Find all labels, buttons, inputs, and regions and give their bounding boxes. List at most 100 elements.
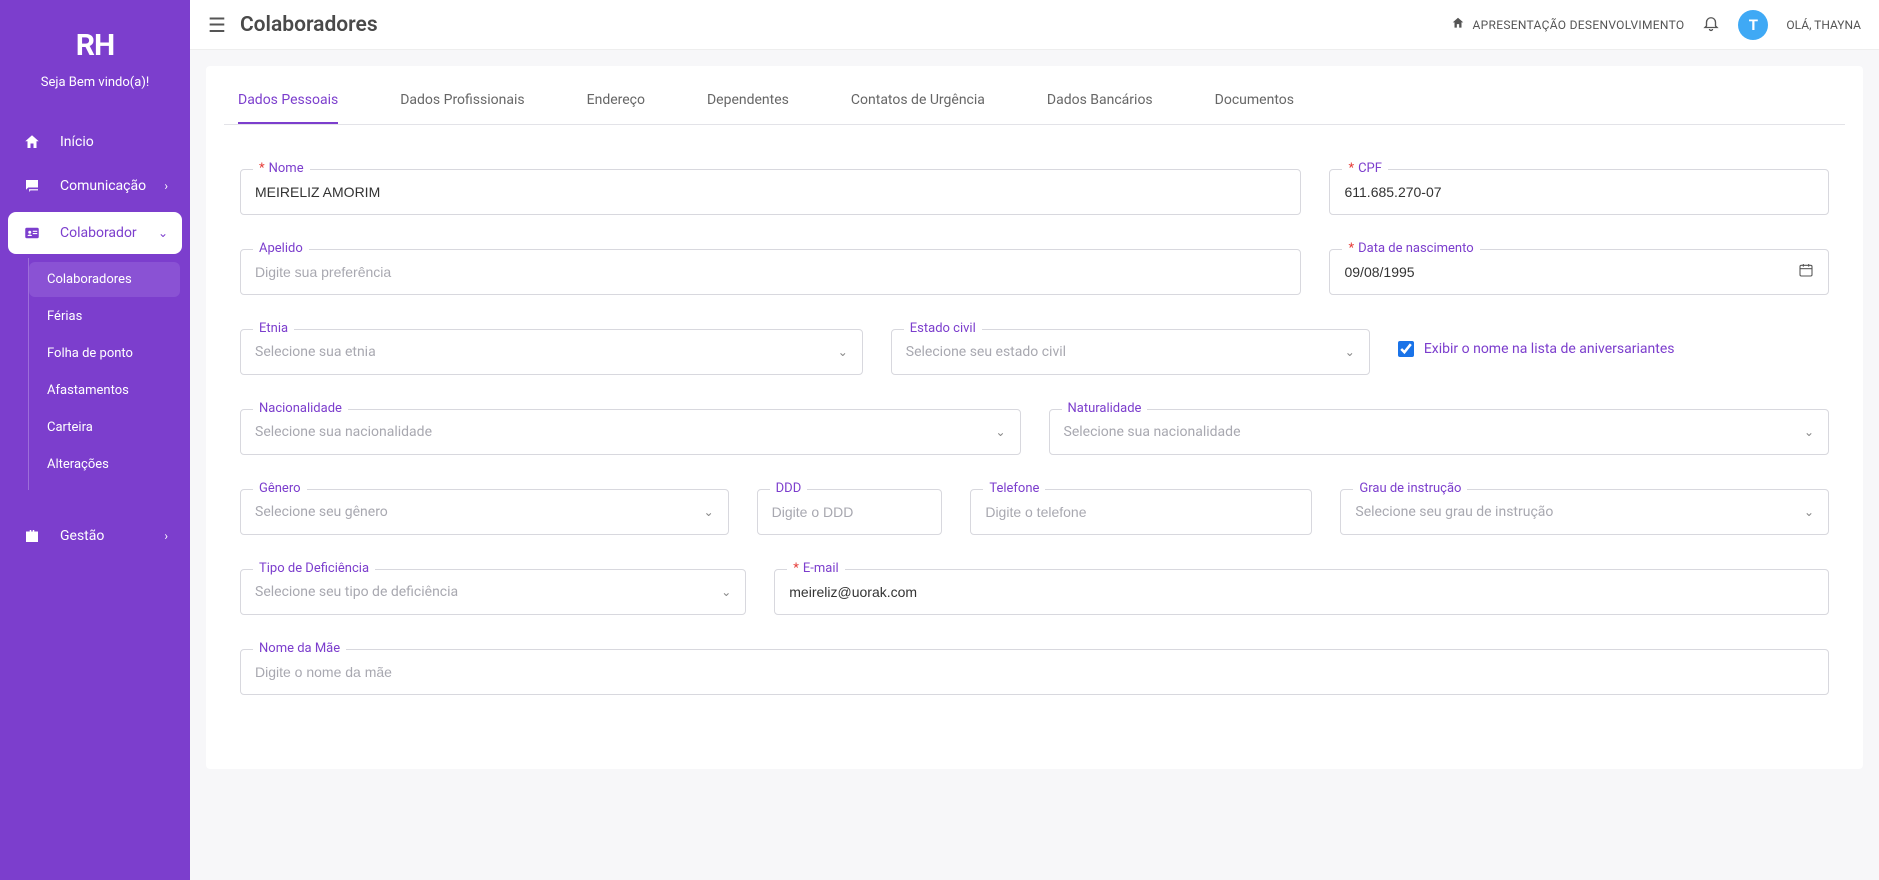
apelido-input[interactable] [255, 264, 1286, 280]
field-email: E-mail [774, 569, 1829, 615]
etnia-select[interactable]: Etnia Selecione sua etnia ⌄ [240, 329, 863, 375]
chevron-right-icon: › [164, 179, 168, 193]
tab-documentos[interactable]: Documentos [1215, 82, 1294, 124]
sidebar-item-comunicacao[interactable]: Comunicação › [0, 164, 190, 208]
field-aniversariantes: Exibir o nome na lista de aniversariante… [1398, 329, 1829, 357]
sidebar-item-inicio[interactable]: Início [0, 120, 190, 164]
tab-dados-pessoais[interactable]: Dados Pessoais [238, 82, 338, 124]
field-ddd: DDD [757, 489, 943, 535]
label-email: E-mail [787, 561, 844, 576]
sidebar-item-gestao[interactable]: Gestão › [0, 514, 190, 558]
label-nome: Nome [253, 161, 310, 176]
email-input[interactable] [789, 584, 1814, 600]
nav: Início Comunicação › Colaborador ⌄ Colab… [0, 110, 190, 558]
label-dob: Data de nascimento [1342, 241, 1479, 256]
aniversariantes-label[interactable]: Exibir o nome na lista de aniversariante… [1424, 341, 1675, 357]
label-naturalidade: Naturalidade [1062, 401, 1148, 416]
label-cpf: CPF [1342, 161, 1387, 176]
label-ddd: DDD [770, 481, 808, 496]
submenu-item-folha[interactable]: Folha de ponto [29, 336, 180, 371]
field-nacionalidade: Nacionalidade Selecione sua nacionalidad… [240, 409, 1021, 455]
grau-select[interactable]: Grau de instrução Selecione seu grau de … [1340, 489, 1829, 535]
label-telefone: Telefone [983, 481, 1045, 496]
form-card: Dados Pessoais Dados Profissionais Ender… [206, 66, 1863, 769]
field-nome: Nome [240, 169, 1301, 215]
chevron-down-icon: ⌄ [1804, 505, 1814, 519]
deficiencia-placeholder: Selecione seu tipo de deficiência [255, 584, 715, 600]
logo-text: RH [76, 28, 114, 63]
label-mae: Nome da Mãe [253, 641, 346, 656]
header: ☰ Colaboradores APRESENTAÇÃO DESENVOLVIM… [190, 0, 1879, 50]
aniversariantes-checkbox[interactable] [1398, 341, 1414, 357]
tab-dados-profissionais[interactable]: Dados Profissionais [400, 82, 524, 124]
chevron-down-icon: ⌄ [158, 226, 168, 240]
row-nacionalidade-naturalidade: Nacionalidade Selecione sua nacionalidad… [240, 409, 1829, 455]
page-title: Colaboradores [240, 13, 378, 37]
label-estcivil: Estado civil [904, 321, 982, 336]
row-deficiencia-email: Tipo de Deficiência Selecione seu tipo d… [240, 569, 1829, 615]
org-link[interactable]: APRESENTAÇÃO DESENVOLVIMENTO [1451, 16, 1685, 33]
nacionalidade-placeholder: Selecione sua nacionalidade [255, 424, 989, 440]
mae-input[interactable] [255, 664, 1814, 680]
submenu-item-carteira[interactable]: Carteira [29, 410, 180, 445]
submenu-item-colaboradores[interactable]: Colaboradores [29, 262, 180, 297]
field-etnia: Etnia Selecione sua etnia ⌄ [240, 329, 863, 375]
ddd-input[interactable] [772, 504, 928, 520]
submenu-item-afastamentos[interactable]: Afastamentos [29, 373, 180, 408]
grau-placeholder: Selecione seu grau de instrução [1355, 504, 1798, 520]
estcivil-select[interactable]: Estado civil Selecione seu estado civil … [891, 329, 1370, 375]
logo: RH [0, 0, 190, 75]
row-mae: Nome da Mãe [240, 649, 1829, 695]
genero-select[interactable]: Gênero Selecione seu gênero ⌄ [240, 489, 729, 535]
submenu-item-ferias[interactable]: Férias [29, 299, 180, 334]
field-estcivil: Estado civil Selecione seu estado civil … [891, 329, 1370, 375]
bell-icon[interactable] [1702, 14, 1720, 36]
field-mae: Nome da Mãe [240, 649, 1829, 695]
nome-input[interactable] [255, 184, 1286, 200]
field-naturalidade: Naturalidade Selecione sua nacionalidade… [1049, 409, 1830, 455]
form: Nome CPF Apelido [224, 169, 1845, 695]
etnia-placeholder: Selecione sua etnia [255, 344, 832, 360]
sidebar-item-label: Colaborador [60, 225, 137, 241]
field-apelido: Apelido [240, 249, 1301, 295]
hello-text: OLÁ, THAYNA [1786, 18, 1861, 32]
org-name: APRESENTAÇÃO DESENVOLVIMENTO [1473, 18, 1685, 32]
field-grau: Grau de instrução Selecione seu grau de … [1340, 489, 1829, 535]
tab-contatos-urgencia[interactable]: Contatos de Urgência [851, 82, 985, 124]
label-grau: Grau de instrução [1353, 481, 1467, 496]
hamburger-icon[interactable]: ☰ [208, 13, 226, 37]
main: Dados Pessoais Dados Profissionais Ender… [190, 0, 1879, 880]
telefone-input[interactable] [985, 504, 1297, 520]
naturalidade-select[interactable]: Naturalidade Selecione sua nacionalidade… [1049, 409, 1830, 455]
sidebar-item-label: Comunicação [60, 178, 146, 194]
nacionalidade-select[interactable]: Nacionalidade Selecione sua nacionalidad… [240, 409, 1021, 455]
dob-input[interactable] [1344, 264, 1792, 280]
field-genero: Gênero Selecione seu gênero ⌄ [240, 489, 729, 535]
briefcase-icon [22, 527, 42, 545]
tab-dependentes[interactable]: Dependentes [707, 82, 789, 124]
label-deficiencia: Tipo de Deficiência [253, 561, 375, 576]
calendar-icon[interactable] [1798, 262, 1814, 282]
idcard-icon [22, 224, 42, 242]
chevron-down-icon: ⌄ [721, 585, 731, 599]
home-icon [22, 133, 42, 151]
tab-endereco[interactable]: Endereço [587, 82, 645, 124]
submenu-colaborador: Colaboradores Férias Folha de ponto Afas… [28, 258, 190, 490]
chevron-down-icon: ⌄ [995, 425, 1005, 439]
sidebar: RH Seja Bem vindo(a)! Início Comunicação… [0, 0, 190, 880]
label-nacionalidade: Nacionalidade [253, 401, 348, 416]
row-genero-tel-grau: Gênero Selecione seu gênero ⌄ DDD Telefo… [240, 489, 1829, 535]
sidebar-item-label: Gestão [60, 528, 104, 544]
field-cpf: CPF [1329, 169, 1829, 215]
estcivil-placeholder: Selecione seu estado civil [906, 344, 1339, 360]
sidebar-item-colaborador[interactable]: Colaborador ⌄ [8, 212, 182, 254]
header-right: APRESENTAÇÃO DESENVOLVIMENTO T OLÁ, THAY… [1451, 10, 1862, 40]
submenu-item-alteracoes[interactable]: Alterações [29, 447, 180, 482]
tab-dados-bancarios[interactable]: Dados Bancários [1047, 82, 1153, 124]
field-telefone: Telefone [970, 489, 1312, 535]
cpf-input[interactable] [1344, 184, 1814, 200]
welcome-text: Seja Bem vindo(a)! [0, 75, 190, 110]
deficiencia-select[interactable]: Tipo de Deficiência Selecione seu tipo d… [240, 569, 746, 615]
avatar[interactable]: T [1738, 10, 1768, 40]
label-apelido: Apelido [253, 241, 309, 256]
